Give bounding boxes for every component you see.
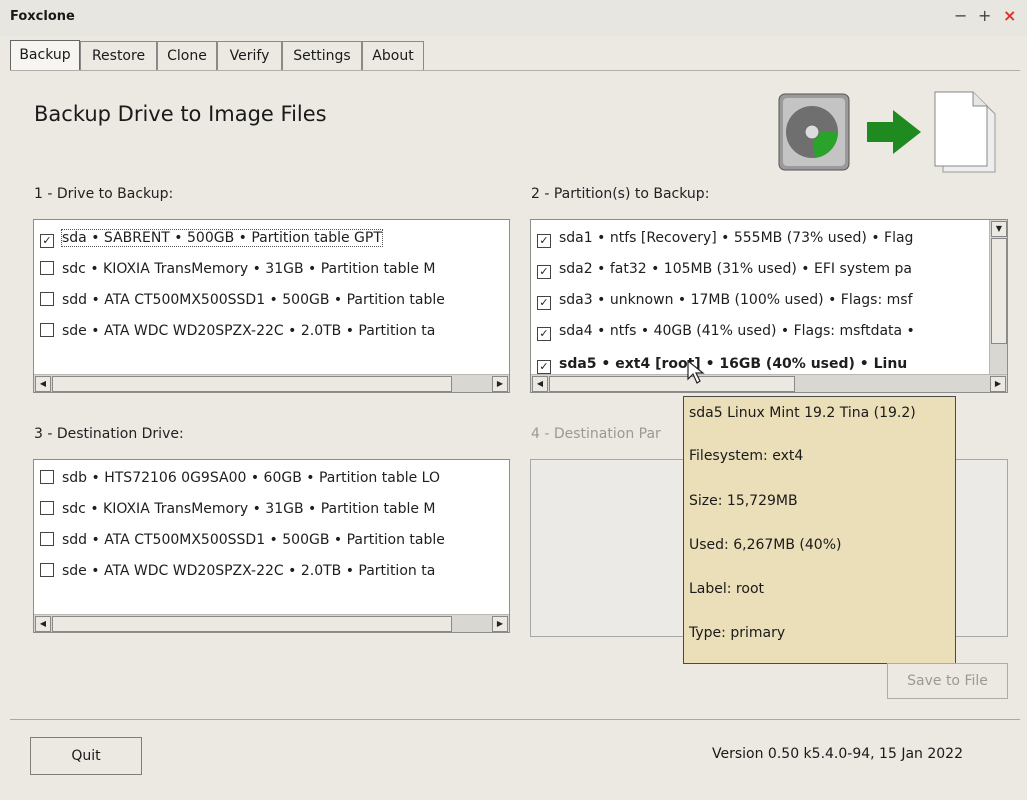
checkbox-checked[interactable]: ✓	[537, 327, 551, 341]
checkbox[interactable]	[40, 501, 54, 515]
scroll-left-icon[interactable]: ◀	[35, 616, 51, 632]
checkbox-checked[interactable]: ✓	[537, 234, 551, 248]
hard-drive-icon	[778, 93, 850, 171]
arrow-right-icon	[867, 110, 921, 154]
tooltip-line: Filesystem: ext4	[689, 448, 804, 464]
scroll-right-icon[interactable]: ▶	[492, 376, 508, 392]
title-bar: Foxclone − + ×	[0, 0, 1027, 36]
quit-button[interactable]: Quit	[30, 737, 142, 775]
partitions-to-backup-label: 2 - Partition(s) to Backup:	[531, 186, 710, 202]
document-icon	[934, 91, 996, 173]
close-button[interactable]: ×	[1003, 6, 1016, 26]
list-item[interactable]: ✓ sda5 • ext4 [root] • 16GB (40% used) • …	[537, 353, 907, 374]
mouse-cursor-icon	[687, 359, 705, 384]
tab-clone[interactable]: Clone	[157, 41, 217, 70]
footer-divider	[10, 719, 1020, 720]
checkbox-checked[interactable]: ✓	[537, 296, 551, 310]
partition-tooltip: sda5 Linux Mint 19.2 Tina (19.2) Filesys…	[683, 396, 956, 664]
scroll-down-icon[interactable]: ▼	[991, 221, 1007, 237]
list-item[interactable]: sde • ATA WDC WD20SPZX-22C • 2.0TB • Par…	[40, 560, 435, 582]
scrollbar-thumb[interactable]	[52, 376, 452, 392]
tab-restore[interactable]: Restore	[80, 41, 157, 70]
list-item[interactable]: ✓ sda1 • ntfs [Recovery] • 555MB (73% use…	[537, 227, 913, 249]
checkbox-checked[interactable]: ✓	[40, 234, 54, 248]
checkbox[interactable]	[40, 563, 54, 577]
tab-divider	[10, 70, 1020, 71]
drive-to-backup-label: 1 - Drive to Backup:	[34, 186, 174, 202]
scrollbar-thumb[interactable]	[549, 376, 795, 392]
version-text: Version 0.50 k5.4.0-94, 15 Jan 2022	[712, 746, 963, 762]
tooltip-line: Size: 15,729MB	[689, 493, 798, 509]
save-to-file-button[interactable]: Save to File	[887, 663, 1008, 699]
scroll-right-icon[interactable]: ▶	[990, 376, 1006, 392]
partitions-to-backup-list[interactable]: ✓ sda1 • ntfs [Recovery] • 555MB (73% use…	[530, 219, 1008, 393]
tab-settings[interactable]: Settings	[282, 41, 362, 70]
hero-illustration	[778, 91, 996, 173]
tab-backup[interactable]: Backup	[10, 40, 80, 71]
list-item[interactable]: ✓ sda2 • fat32 • 105MB (31% used) • EFI s…	[537, 258, 912, 280]
scroll-left-icon[interactable]: ◀	[532, 376, 548, 392]
list-item[interactable]: sdd • ATA CT500MX500SSD1 • 500GB • Parti…	[40, 289, 445, 311]
horizontal-scrollbar[interactable]: ◀ ▶	[531, 374, 1007, 392]
vertical-scrollbar[interactable]: ▲ ▼	[989, 220, 1007, 374]
maximize-button[interactable]: +	[978, 6, 991, 26]
destination-partition-label: 4 - Destination Par	[531, 426, 661, 442]
list-item[interactable]: sdd • ATA CT500MX500SSD1 • 500GB • Parti…	[40, 529, 445, 551]
list-item[interactable]: sde • ATA WDC WD20SPZX-22C • 2.0TB • Par…	[40, 320, 435, 342]
checkbox[interactable]	[40, 470, 54, 484]
horizontal-scrollbar[interactable]: ◀ ▶	[34, 374, 509, 392]
checkbox[interactable]	[40, 323, 54, 337]
scroll-left-icon[interactable]: ◀	[35, 376, 51, 392]
destination-drive-label: 3 - Destination Drive:	[34, 426, 184, 442]
checkbox-checked[interactable]: ✓	[537, 265, 551, 279]
tab-about[interactable]: About	[362, 41, 424, 70]
tooltip-line: Used: 6,267MB (40%)	[689, 537, 842, 553]
list-item[interactable]: sdb • HTS72106 0G9SA00 • 60GB • Partitio…	[40, 467, 440, 489]
tooltip-line: sda5 Linux Mint 19.2 Tina (19.2)	[689, 405, 916, 421]
scroll-right-icon[interactable]: ▶	[492, 616, 508, 632]
list-item[interactable]: sdc • KIOXIA TransMemory • 31GB • Partit…	[40, 498, 436, 520]
list-item[interactable]: sdc • KIOXIA TransMemory • 31GB • Partit…	[40, 258, 436, 280]
checkbox[interactable]	[40, 261, 54, 275]
tooltip-line: Type: primary	[689, 625, 786, 641]
horizontal-scrollbar[interactable]: ◀ ▶	[34, 614, 509, 632]
list-item[interactable]: ✓ sda3 • unknown • 17MB (100% used) • Fla…	[537, 289, 913, 311]
window-title: Foxclone	[10, 9, 75, 24]
destination-drive-list[interactable]: sdb • HTS72106 0G9SA00 • 60GB • Partitio…	[33, 459, 510, 633]
list-item[interactable]: ✓ sda4 • ntfs • 40GB (41% used) • Flags: …	[537, 320, 915, 342]
checkbox[interactable]	[40, 532, 54, 546]
tab-verify[interactable]: Verify	[217, 41, 282, 70]
page-title: Backup Drive to Image Files	[34, 102, 327, 126]
checkbox[interactable]	[40, 292, 54, 306]
tooltip-line: Label: root	[689, 581, 765, 597]
drive-to-backup-list[interactable]: ✓ sda • SABRENT • 500GB • Partition table…	[33, 219, 510, 393]
scrollbar-thumb[interactable]	[991, 238, 1007, 344]
minimize-button[interactable]: −	[954, 6, 967, 26]
scrollbar-thumb[interactable]	[52, 616, 452, 632]
list-item[interactable]: ✓ sda • SABRENT • 500GB • Partition table…	[40, 227, 383, 249]
checkbox-checked[interactable]: ✓	[537, 360, 551, 374]
